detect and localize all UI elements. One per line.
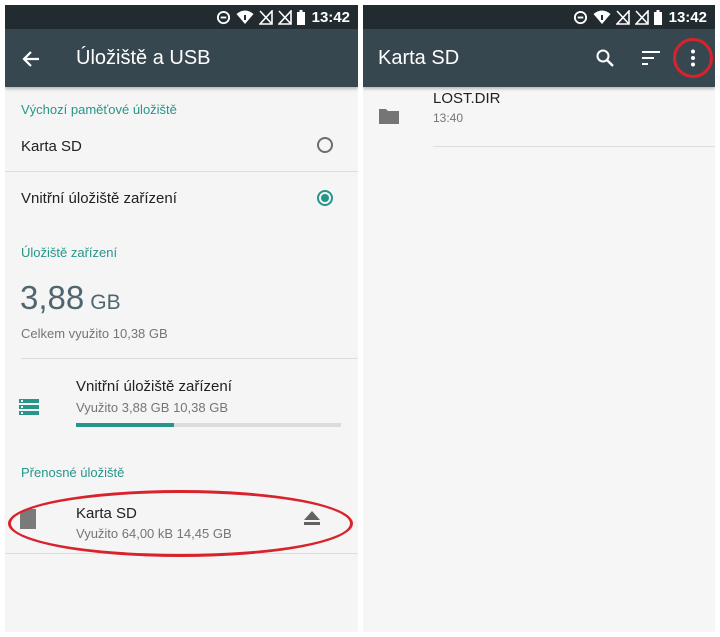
- used-unit: GB: [90, 291, 121, 314]
- no-signal-icon: [277, 9, 292, 25]
- status-icons: 13:42: [216, 8, 350, 26]
- status-bar: 13:42: [363, 5, 715, 29]
- folder-icon: [379, 109, 399, 124]
- radio-sd-card[interactable]: [317, 137, 333, 153]
- section-header-device-storage: Úložiště zařízení: [21, 245, 118, 260]
- highlight-annotation: [8, 490, 353, 557]
- divider: [21, 358, 358, 359]
- wifi-icon: [236, 10, 254, 24]
- highlight-annotation: [673, 38, 713, 78]
- option-label: Vnitřní úložiště zařízení: [21, 190, 177, 207]
- battery-icon: [653, 9, 662, 25]
- status-time: 13:42: [311, 8, 350, 26]
- toolbar: Karta SD: [363, 29, 715, 87]
- list-item[interactable]: LOST.DIR 13:40: [363, 87, 715, 147]
- internal-storage-progress: [76, 423, 341, 427]
- internal-storage-title: Vnitřní úložiště zařízení: [76, 378, 232, 395]
- internal-storage-subtitle: Využito 3,88 GB 10,38 GB: [76, 400, 228, 415]
- sd-card-browser-screen: 13:42 Karta SD LOST.DIR 13:40: [363, 5, 715, 632]
- section-header-portable-storage: Přenosné úložiště: [21, 465, 125, 480]
- data-saver-icon: [573, 10, 587, 24]
- sort-icon: [642, 51, 660, 65]
- back-button[interactable]: [17, 45, 45, 73]
- wifi-icon: [593, 10, 611, 24]
- search-button[interactable]: [591, 44, 619, 72]
- no-signal-icon: [258, 9, 273, 25]
- no-signal-icon: [634, 9, 649, 25]
- no-signal-icon: [615, 9, 630, 25]
- option-sd-card[interactable]: Karta SD: [5, 125, 358, 171]
- divider: [433, 146, 715, 147]
- search-icon: [596, 49, 614, 67]
- option-label: Karta SD: [21, 138, 82, 155]
- battery-icon: [296, 9, 305, 25]
- toolbar-title: Karta SD: [378, 47, 460, 69]
- storage-icon: [19, 399, 39, 415]
- radio-internal-storage[interactable]: [317, 190, 333, 206]
- used-value: 3,88: [20, 279, 85, 316]
- file-name: LOST.DIR: [433, 90, 501, 107]
- sort-button[interactable]: [637, 44, 665, 72]
- data-saver-icon: [216, 10, 230, 24]
- toolbar-title: Úložiště a USB: [76, 47, 211, 69]
- arrow-back-icon: [22, 51, 39, 67]
- status-time: 13:42: [668, 8, 707, 26]
- used-storage-value: 3,88 GB: [20, 279, 121, 317]
- status-bar: 13:42: [5, 5, 358, 29]
- divider: [5, 171, 358, 172]
- option-internal-storage[interactable]: Vnitřní úložiště zařízení: [5, 177, 358, 223]
- progress-fill: [76, 423, 175, 427]
- internal-storage-item[interactable]: Vnitřní úložiště zařízení Využito 3,88 G…: [5, 365, 358, 445]
- total-used-text: Celkem využito 10,38 GB: [21, 326, 168, 341]
- file-time: 13:40: [433, 111, 464, 125]
- toolbar: Úložiště a USB: [5, 29, 358, 87]
- section-header-default-storage: Výchozí paměťové úložiště: [21, 102, 177, 117]
- storage-settings-screen: 13:42 Úložiště a USB Výchozí paměťové úl…: [5, 5, 358, 632]
- status-icons: 13:42: [573, 8, 707, 26]
